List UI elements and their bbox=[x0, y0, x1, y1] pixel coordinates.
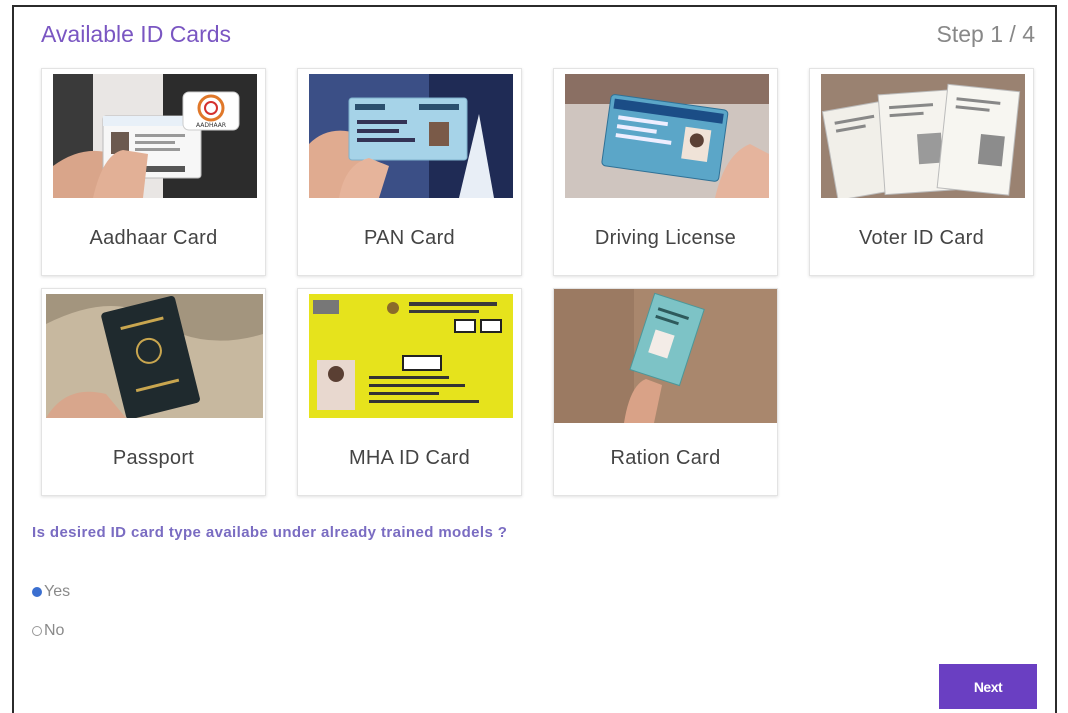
card-aadhaar[interactable]: AADHAAR Aadhaar Card bbox=[41, 68, 266, 276]
card-label-mha-id: MHA ID Card bbox=[348, 447, 471, 469]
card-mha-id[interactable]: MHA ID Card bbox=[297, 288, 522, 496]
page-title: Available ID Cards bbox=[41, 21, 232, 47]
radio-yes-label: Yes bbox=[44, 583, 71, 600]
radio-no[interactable]: No bbox=[32, 622, 64, 640]
card-label-voter-id: Voter ID Card bbox=[858, 227, 985, 249]
voter-id-image bbox=[821, 74, 1025, 198]
aadhaar-logo-text: AADHAAR bbox=[196, 122, 226, 129]
page-frame: Available ID Cards Step 1 / 4 AADHAAR Aa… bbox=[12, 5, 1057, 713]
aadhaar-card-image: AADHAAR bbox=[53, 74, 257, 198]
ration-card-image bbox=[554, 289, 777, 423]
card-voter-id[interactable]: Voter ID Card bbox=[809, 68, 1034, 276]
radio-no-label: No bbox=[44, 622, 65, 639]
card-label-aadhaar: Aadhaar Card bbox=[89, 227, 218, 249]
card-label-ration: Ration Card bbox=[610, 447, 721, 469]
passport-image bbox=[46, 294, 263, 418]
card-label-driving-license: Driving License bbox=[594, 227, 737, 249]
card-passport[interactable]: Passport bbox=[41, 288, 266, 496]
question-text: Is desired ID card type availabe under a… bbox=[32, 524, 508, 541]
radio-no-indicator[interactable] bbox=[32, 626, 42, 636]
radio-yes-indicator[interactable] bbox=[32, 587, 42, 597]
card-ration[interactable]: Ration Card bbox=[553, 288, 778, 496]
card-driving-license[interactable]: Driving License bbox=[553, 68, 778, 276]
radio-yes[interactable]: Yes bbox=[32, 583, 70, 601]
card-label-pan: PAN Card bbox=[364, 227, 455, 249]
driving-license-image bbox=[565, 74, 769, 198]
next-button[interactable]: Next bbox=[939, 664, 1037, 709]
card-pan[interactable]: PAN Card bbox=[297, 68, 522, 276]
step-indicator: Step 1 / 4 bbox=[936, 21, 1035, 47]
card-label-passport: Passport bbox=[112, 447, 195, 469]
pan-card-image bbox=[309, 74, 513, 198]
mha-id-image bbox=[309, 294, 513, 418]
